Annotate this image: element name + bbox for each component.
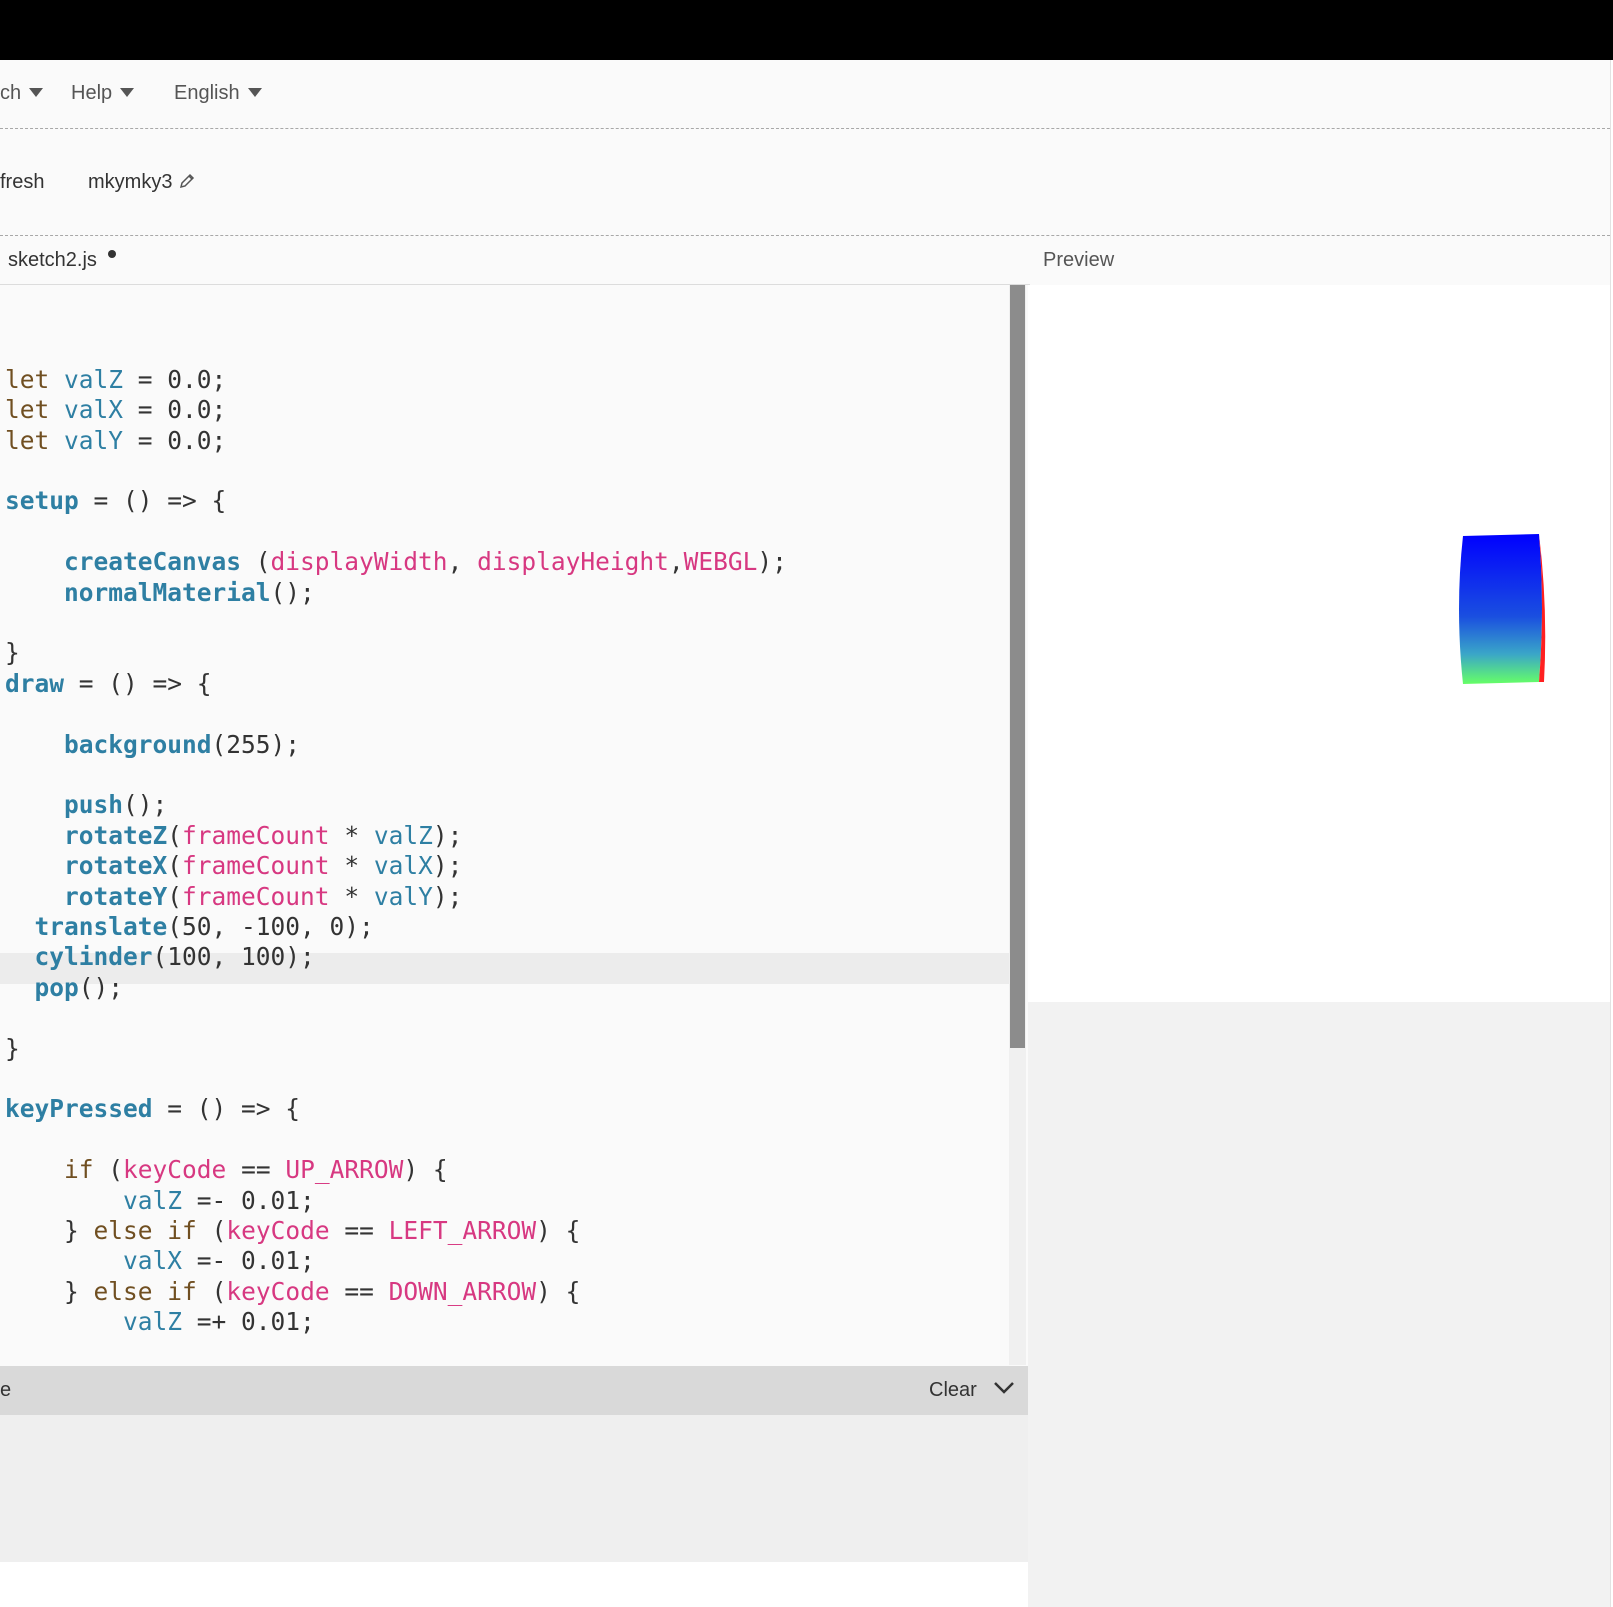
code-line[interactable]: valZ =+ 0.01; (5, 1306, 315, 1337)
pencil-icon[interactable] (178, 172, 196, 196)
editor-scrollbar[interactable] (1009, 285, 1026, 1365)
toolbar: fresh mkymky3 (0, 129, 1610, 236)
code-line[interactable]: setup = () => { (5, 485, 226, 516)
code-line[interactable]: rotateZ(frameCount * valZ); (5, 820, 462, 851)
code-line[interactable]: normalMaterial(); (5, 577, 315, 608)
bottom-blank-area (0, 1562, 1028, 1607)
code-line[interactable]: background(255); (5, 729, 300, 760)
editor-tab-header: sketch2.js (0, 236, 1030, 285)
console-title: e (0, 1379, 12, 1401)
scrollbar-thumb[interactable] (1010, 285, 1025, 1048)
clear-console-button[interactable]: Clear (929, 1379, 977, 1402)
caret-down-icon (247, 88, 262, 97)
code-line[interactable]: push(); (5, 789, 167, 820)
caret-down-icon (120, 88, 135, 97)
sketch-name-label: mkymky3 (88, 171, 173, 193)
menu-language-label: English (174, 82, 240, 104)
code-line[interactable]: } (5, 637, 20, 668)
code-line[interactable]: valZ =- 0.01; (5, 1185, 315, 1216)
menu-help[interactable]: Help (71, 82, 135, 105)
code-line[interactable]: draw = () => { (5, 668, 212, 699)
code-line[interactable]: translate(50, -100, 0); (5, 911, 374, 942)
code-line[interactable]: } (5, 1033, 20, 1064)
code-line[interactable]: let valY = 0.0; (5, 425, 226, 456)
preview-label: Preview (1043, 249, 1115, 271)
menu-bar: ch Help English (0, 60, 1610, 129)
code-editor[interactable]: let valZ = 0.0; let valX = 0.0; let valY =… (0, 285, 1009, 1365)
code-line[interactable]: rotateX(frameCount * valX); (5, 850, 462, 881)
code-line[interactable]: let valZ = 0.0; (5, 364, 226, 395)
auto-refresh-label[interactable]: fresh (0, 171, 44, 194)
menu-sketch[interactable]: ch (0, 82, 44, 105)
menu-sketch-label: ch (0, 82, 22, 104)
code-line[interactable]: } else if (keyCode == DOWN_ARROW) { (5, 1276, 580, 1307)
code-line[interactable]: pop(); (5, 972, 124, 1003)
chevron-down-icon[interactable] (993, 1380, 1015, 1401)
cylinder-render (1459, 534, 1546, 684)
code-line[interactable]: createCanvas (displayWidth, displayHeigh… (5, 546, 787, 577)
window-top-bar (0, 0, 1613, 60)
code-line[interactable]: rotateY(frameCount * valY); (5, 881, 462, 912)
console-header: e Clear (0, 1366, 1028, 1415)
unsaved-indicator (108, 250, 116, 258)
sketch-name[interactable]: mkymky3 (88, 171, 196, 196)
file-tab[interactable]: sketch2.js (8, 249, 97, 272)
code-line[interactable]: cylinder(100, 100); (5, 941, 315, 972)
menu-language[interactable]: English (174, 82, 262, 105)
code-line[interactable]: valX =- 0.01; (5, 1245, 315, 1276)
preview-pane-background (1028, 1002, 1610, 1607)
menu-help-label: Help (71, 82, 113, 104)
code-line[interactable]: let valX = 0.0; (5, 394, 226, 425)
console-output (0, 1415, 1028, 1562)
caret-down-icon (29, 88, 44, 97)
code-line[interactable]: } else if (keyCode == LEFT_ARROW) { (5, 1215, 580, 1246)
code-line[interactable]: keyPressed = () => { (5, 1093, 300, 1124)
code-line[interactable]: if (keyCode == UP_ARROW) { (5, 1154, 448, 1185)
